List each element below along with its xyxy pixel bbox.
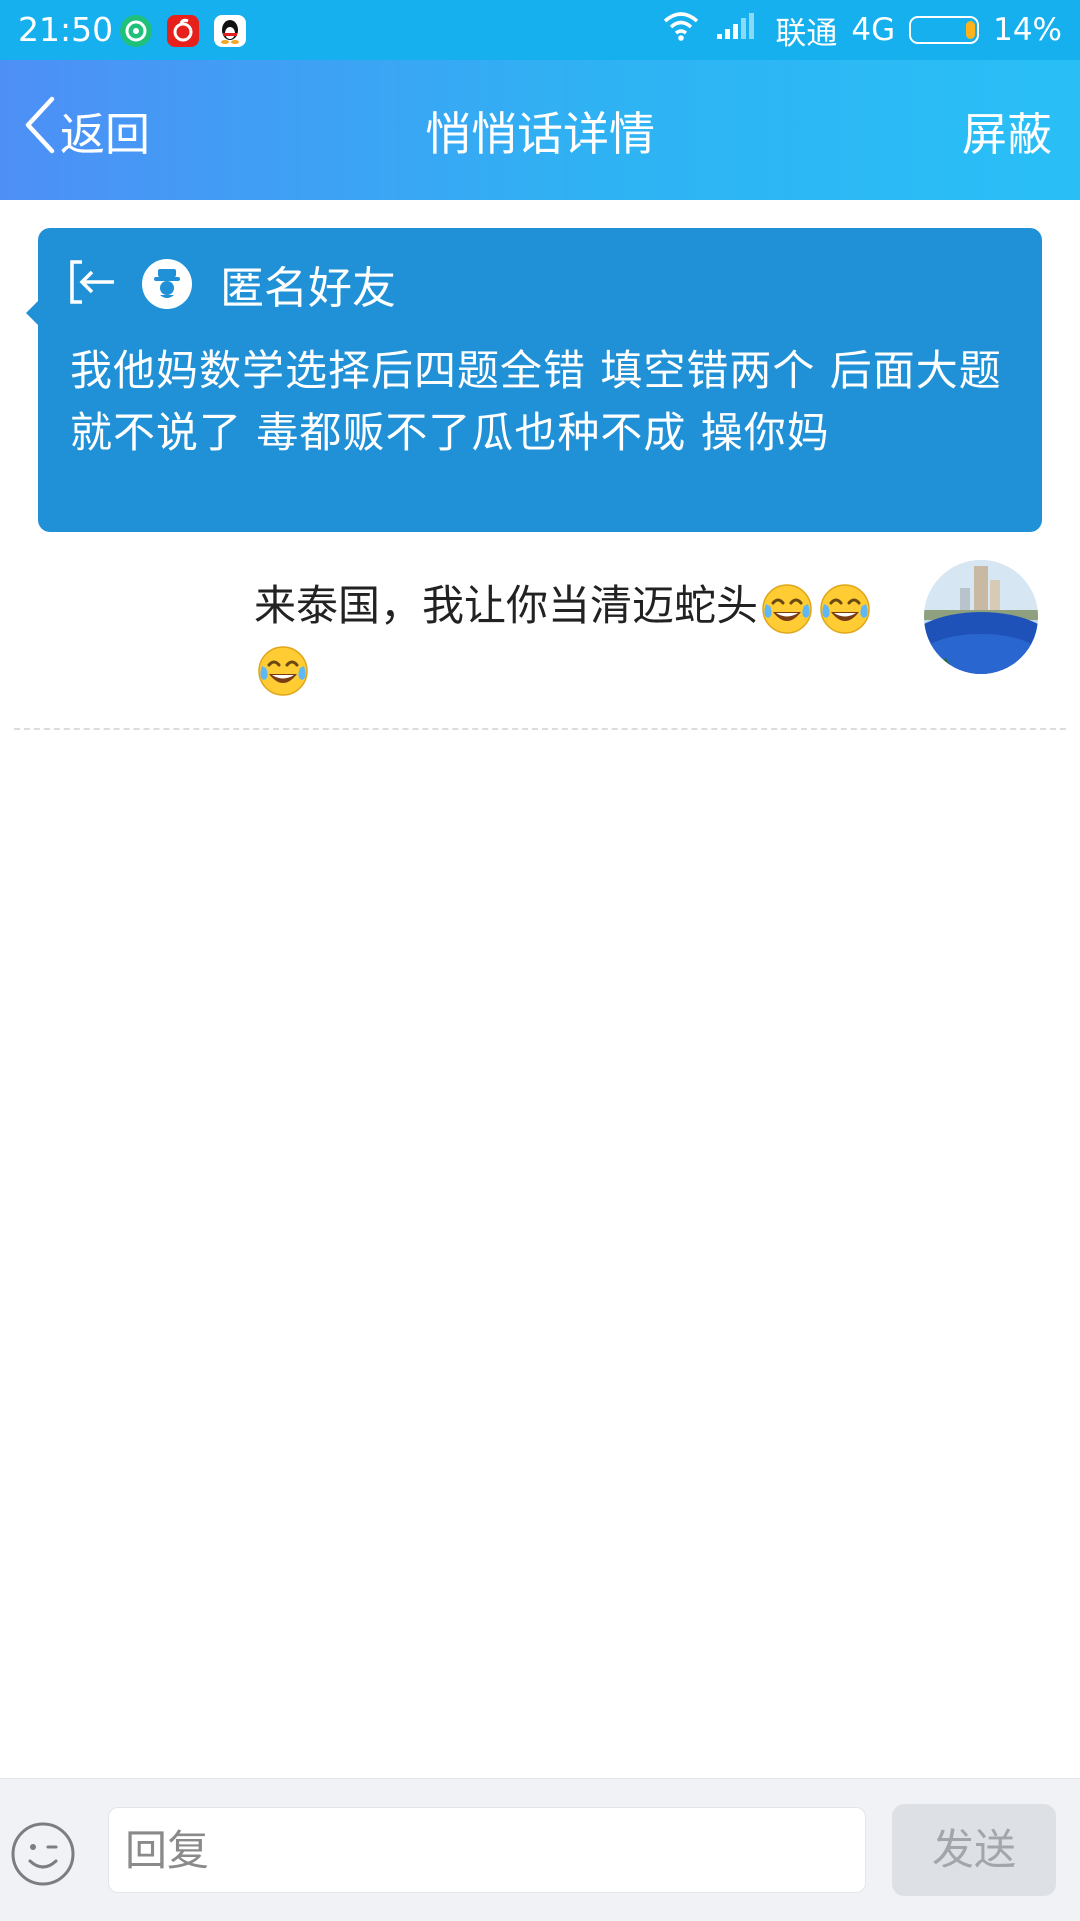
tears-of-joy-emoji: [256, 644, 310, 698]
whisper-header: 匿名好友: [68, 256, 396, 314]
block-button[interactable]: 屏蔽: [962, 98, 1052, 163]
reply-message: 来泰国，我让你当清迈蛇头: [254, 575, 884, 699]
divider: [14, 728, 1066, 730]
status-indicators: 联通 4G 14%: [661, 8, 1062, 52]
card-tail: [26, 300, 39, 326]
reply-text: 来泰国，我让你当清迈蛇头: [254, 581, 759, 630]
emoji-picker-icon[interactable]: [10, 1821, 76, 1887]
network-type: 4G: [851, 12, 896, 48]
whisper-message-text: 我他妈数学选择后四题全错 填空错两个 后面大题就不说了 毒都贩不了瓜也种不成 操…: [70, 346, 1002, 457]
qq-penguin-icon: [214, 15, 246, 47]
battery-percent: 14%: [993, 12, 1062, 48]
anonymous-avatar-icon: [142, 259, 192, 309]
status-time: 21:50: [18, 10, 114, 49]
tears-of-joy-emoji: [760, 582, 814, 636]
nav-bar: 返回 悄悄话详情 屏蔽: [0, 60, 1080, 200]
reply-input-bar: 发送: [0, 1778, 1080, 1921]
reply-item: 来泰国，我让你当清迈蛇头: [0, 560, 1080, 730]
whisper-message-card: 匿名好友 我他妈数学选择后四题全错 填空错两个 后面大题就不说了 毒都贩不了瓜也…: [26, 228, 1042, 532]
signal-icon: [715, 12, 755, 48]
sender-name: 匿名好友: [220, 263, 396, 314]
wifi-icon: [661, 11, 701, 49]
tears-of-joy-emoji: [818, 582, 872, 636]
battery-icon: [909, 16, 980, 44]
battery-fill: [966, 21, 976, 39]
reply-input[interactable]: [108, 1807, 866, 1893]
user-avatar[interactable]: [924, 560, 1038, 674]
page-title: 悄悄话详情: [425, 107, 655, 161]
carrier-label: 联通: [775, 15, 838, 52]
moments-app-icon: [120, 15, 152, 47]
exit-arrow-icon[interactable]: [68, 258, 118, 310]
send-button[interactable]: 发送: [892, 1804, 1056, 1896]
netease-music-icon: [167, 15, 199, 47]
status-bar: 21:50 联通 4G 14%: [0, 0, 1080, 60]
